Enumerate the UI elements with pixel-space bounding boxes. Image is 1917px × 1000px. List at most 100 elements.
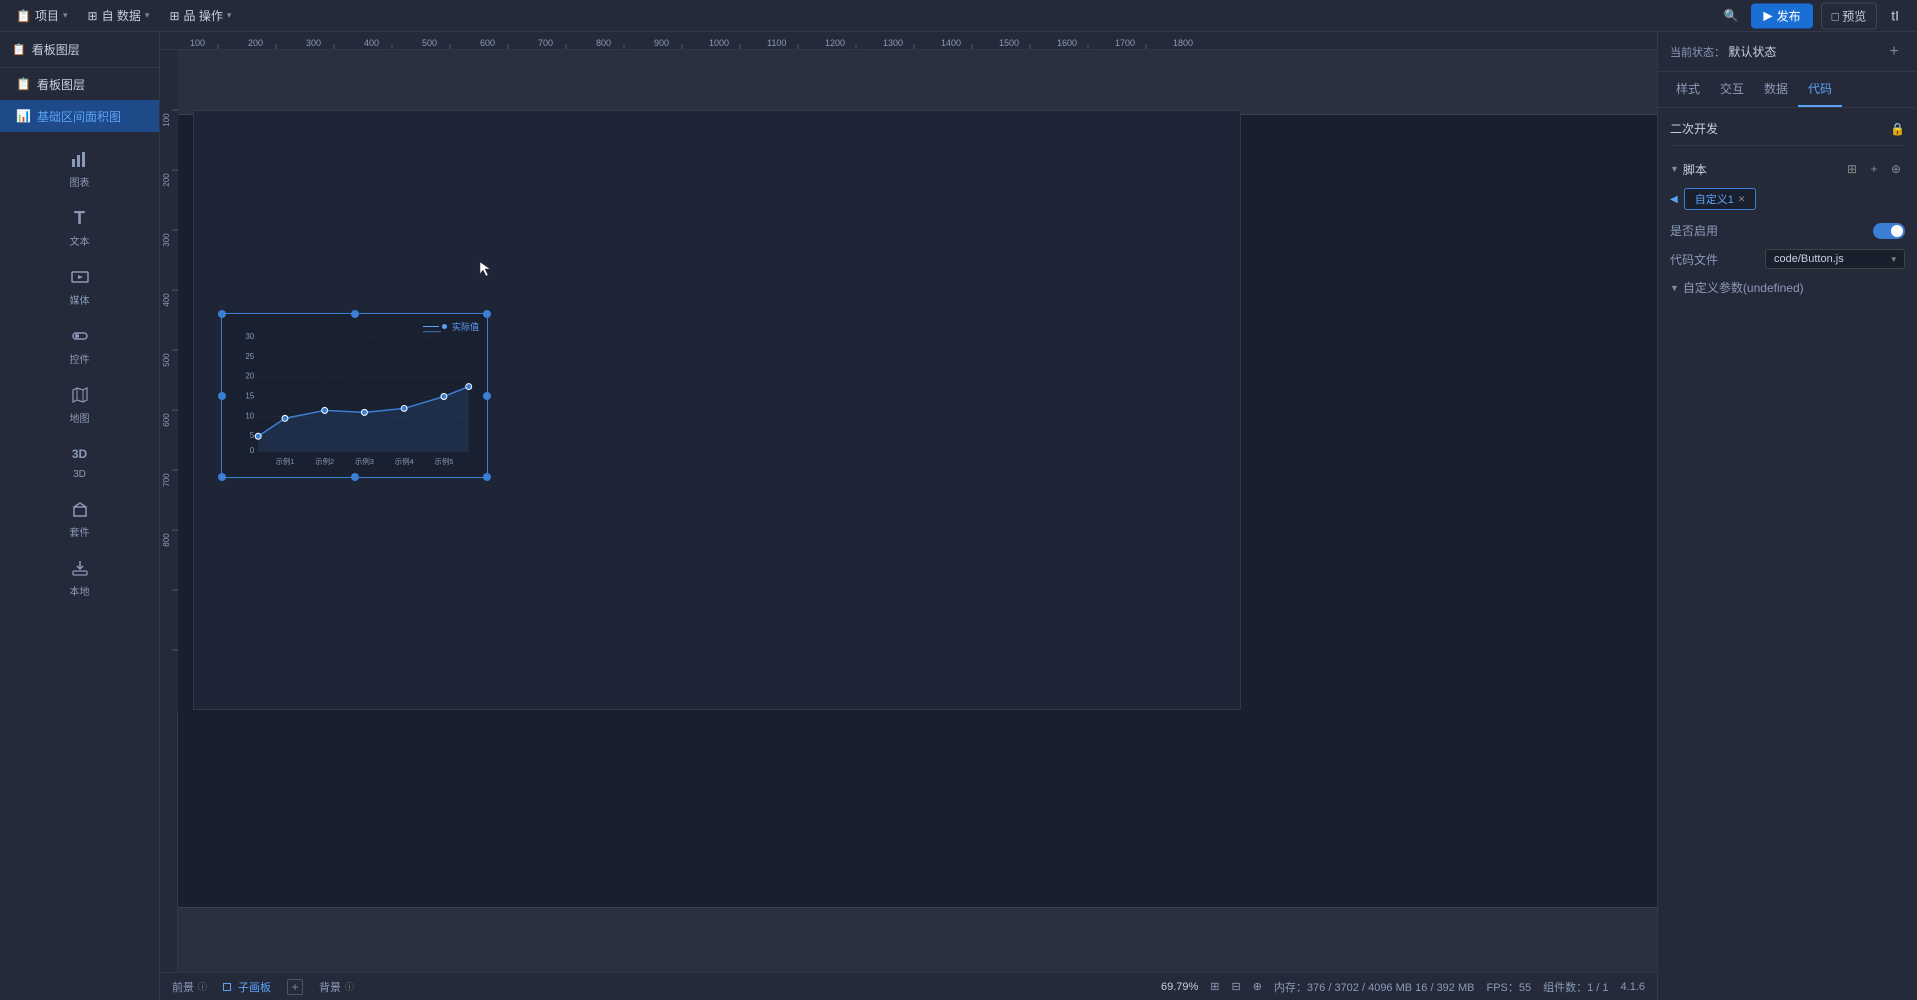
chart-inner: —— 实际值 [222, 314, 487, 477]
tab-code-label: 代码 [1808, 82, 1832, 96]
enabled-prop-row: 是否启用 [1670, 222, 1905, 239]
top-right-actions: 🔍 ▶ 发布 □ 预览 tI [1719, 2, 1905, 29]
tool-control[interactable]: 控件 [0, 317, 159, 374]
code-file-row: 代码文件 code/Button.js ▾ [1670, 249, 1905, 269]
chart-widget[interactable]: —— 实际值 [221, 313, 488, 478]
tI-button[interactable]: tI [1885, 6, 1905, 26]
zoom-out-icon[interactable]: ⊟ [1231, 980, 1240, 993]
menu-item-project[interactable]: 📋 项目 ▾ [8, 3, 76, 28]
custom-settings-arrow: ▼ [1670, 283, 1679, 293]
text-tool-label: 文本 [70, 233, 90, 248]
custom-settings-row[interactable]: ▼ 自定义参数(undefined) [1670, 279, 1905, 296]
tool-media[interactable]: 媒体 [0, 258, 159, 315]
3d-tool-label: 3D [73, 469, 86, 480]
chart-tool-label: 图表 [70, 174, 90, 189]
script-more-btn[interactable]: ⊕ [1887, 160, 1905, 178]
tool-package[interactable]: 套件 [0, 490, 159, 547]
menu-label-data: 自 数据 [102, 7, 141, 24]
publish-icon: ▶ [1763, 9, 1772, 23]
tool-local[interactable]: 本地 [0, 549, 159, 606]
left-sidebar: 📋 看板图层 📋 看板图层 📊 基础区间面积图 图表 [0, 32, 160, 1000]
svg-text:示例2: 示例2 [315, 456, 334, 466]
tab-data[interactable]: 数据 [1754, 72, 1798, 107]
svg-text:800: 800 [162, 533, 171, 547]
sidebar-item-area-chart[interactable]: 📊 基础区间面积图 [0, 100, 159, 132]
secondary-dev-header: 二次开发 🔒 [1670, 120, 1905, 146]
script-copy-btn[interactable]: ⊞ [1843, 160, 1861, 178]
menu-arrow-ops: ▾ [227, 10, 232, 21]
data-icon: ⊞ [88, 9, 98, 23]
publish-button[interactable]: ▶ 发布 [1751, 3, 1812, 28]
svg-text:30: 30 [245, 332, 254, 341]
tool-text[interactable]: T 文本 [0, 199, 159, 256]
add-state-button[interactable]: + [1883, 41, 1905, 63]
menu-item-data[interactable]: ⊞ 自 数据 ▾ [80, 3, 158, 28]
script-section-actions: ⊞ + ⊕ [1843, 160, 1905, 178]
tool-map[interactable]: 地图 [0, 376, 159, 433]
svg-text:300: 300 [162, 233, 171, 247]
tab-code[interactable]: 代码 [1798, 72, 1842, 107]
tab-style[interactable]: 样式 [1666, 72, 1710, 107]
script-sub-header: ◀ 自定义1 ✕ [1670, 188, 1905, 210]
canvas-content[interactable]: 100 200 300 400 500 600 700 800 [160, 50, 1657, 1000]
child-canvas-icon [223, 983, 231, 991]
media-tool-label: 媒体 [70, 292, 90, 307]
package-tool-icon [69, 498, 91, 520]
script-collapse-arrow[interactable]: ▼ [1670, 164, 1679, 174]
script-tab-close[interactable]: ✕ [1738, 194, 1746, 205]
code-file-label: 代码文件 [1670, 251, 1718, 268]
custom-settings-label: 自定义参数(undefined) [1683, 279, 1804, 296]
tab-interact[interactable]: 交互 [1710, 72, 1754, 107]
svg-text:1100: 1100 [767, 38, 786, 48]
zoom-fit-icon[interactable]: ⊞ [1210, 980, 1219, 993]
add-canvas-button[interactable]: + [287, 979, 303, 995]
canvas-area: 100 200 300 400 500 600 700 800 900 1000… [160, 32, 1657, 1000]
svg-text:1300: 1300 [883, 38, 903, 48]
foreground-tab[interactable]: 前景 ⓘ [172, 979, 207, 995]
custom-script-tab[interactable]: 自定义1 ✕ [1684, 188, 1757, 210]
script-section-header: ▼ 脚本 ⊞ + ⊕ [1670, 160, 1905, 178]
control-tool-label: 控件 [70, 351, 90, 366]
publish-label: 发布 [1777, 7, 1801, 24]
sidebar-panel-header: 📋 看板图层 [0, 32, 159, 68]
tab-style-label: 样式 [1676, 82, 1700, 96]
svg-text:700: 700 [538, 38, 553, 48]
background-tab[interactable]: 背景 ⓘ [319, 979, 354, 995]
svg-text:示例5: 示例5 [434, 456, 453, 466]
state-info: 当前状态： 默认状态 [1670, 43, 1776, 60]
menu-arrow: ▾ [63, 10, 68, 21]
child-canvas-tab[interactable]: 子画板 [223, 979, 271, 995]
ruler-top-svg: 100 200 300 400 500 600 700 800 900 1000… [160, 32, 1657, 50]
lock-icon: 🔒 [1890, 122, 1905, 136]
right-panel: 当前状态： 默认状态 + 样式 交互 数据 代码 二次开发 [1657, 32, 1917, 1000]
svg-text:200: 200 [162, 173, 171, 187]
custom-script-tab-label: 自定义1 [1695, 191, 1734, 207]
svg-text:1700: 1700 [1115, 38, 1135, 48]
svg-text:600: 600 [162, 413, 171, 427]
tool-chart[interactable]: 图表 [0, 140, 159, 197]
tool-3d[interactable]: 3D 3D [0, 435, 159, 488]
code-file-select[interactable]: code/Button.js ▾ [1765, 249, 1905, 269]
canvas-footer-bg [160, 907, 1657, 972]
canvas-workspace-inner[interactable]: —— 实际值 [178, 50, 1657, 972]
version-info: 4.1.6 [1621, 981, 1645, 993]
map-tool-icon [69, 384, 91, 406]
script-add-btn[interactable]: + [1865, 160, 1883, 178]
control-tool-icon [69, 325, 91, 347]
svg-text:600: 600 [480, 38, 495, 48]
svg-text:25: 25 [245, 352, 254, 361]
preview-button[interactable]: □ 预览 [1821, 2, 1878, 29]
search-button[interactable]: 🔍 [1719, 4, 1743, 28]
menu-arrow-data: ▾ [145, 10, 150, 21]
menu-item-ops[interactable]: ⊞ 品 操作 ▾ [161, 3, 239, 28]
panel-icon: 📋 [12, 43, 26, 56]
local-tool-label: 本地 [70, 583, 90, 598]
memory-info: 内存：376 / 3702 / 4096 MB 16 / 392 MB [1274, 979, 1475, 995]
right-panel-tabs: 样式 交互 数据 代码 [1658, 72, 1917, 108]
chart-tool-icon [69, 148, 91, 170]
enabled-toggle[interactable] [1873, 223, 1905, 239]
svg-text:300: 300 [306, 38, 321, 48]
sidebar-item-kanban[interactable]: 📋 看板图层 [0, 68, 159, 100]
area-chart-icon: 📊 [16, 109, 31, 123]
zoom-in-icon[interactable]: ⊕ [1253, 980, 1262, 993]
